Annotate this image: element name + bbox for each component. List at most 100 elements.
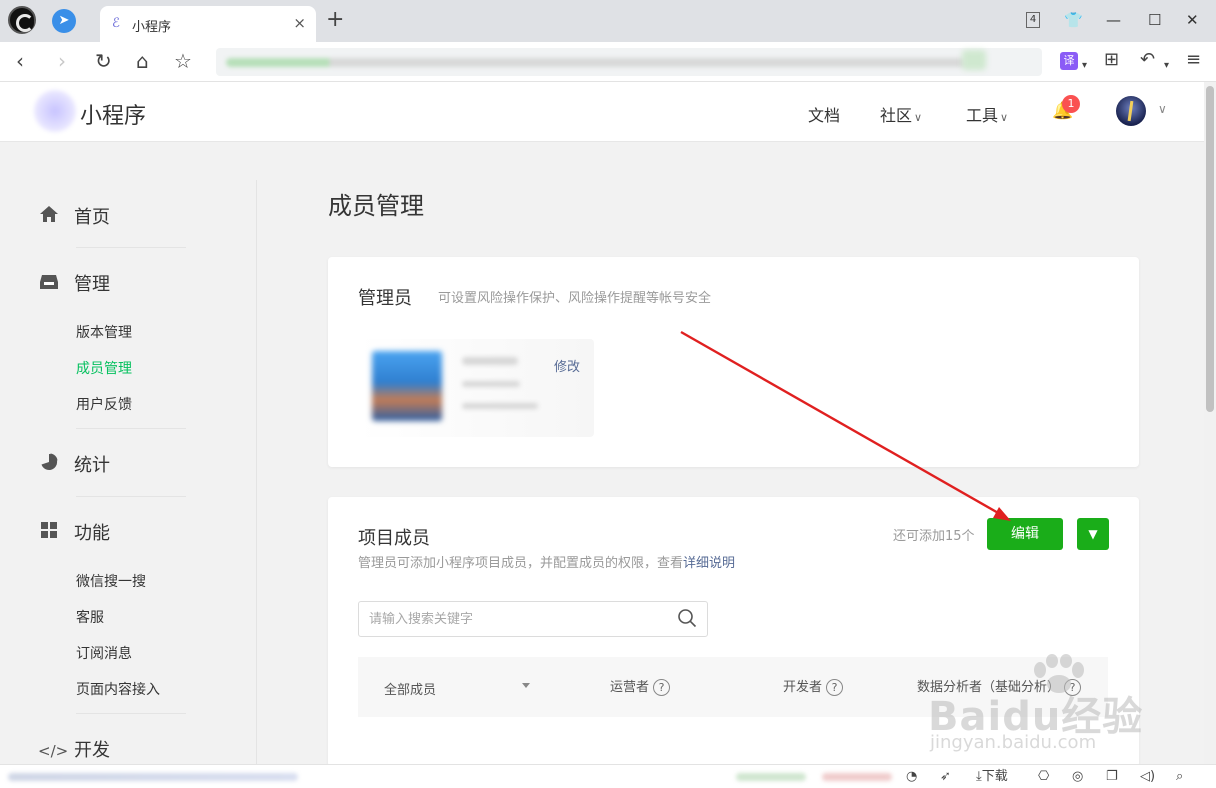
extension-icon[interactable] xyxy=(962,50,986,70)
sidebar-item-home[interactable]: 首页 xyxy=(38,203,110,229)
menu-icon[interactable]: ≡ xyxy=(1186,50,1201,70)
admin-avatar xyxy=(372,351,442,421)
browser-tab[interactable]: ℰ 小程序 × xyxy=(100,6,316,42)
translate-icon[interactable]: 译 xyxy=(1060,52,1078,70)
nav-docs[interactable]: 文档 xyxy=(808,102,840,126)
sidebar-item-manage[interactable]: 管理 xyxy=(38,270,110,296)
search-icon[interactable] xyxy=(677,608,697,634)
brand-name[interactable]: 小程序 xyxy=(80,98,146,130)
volume-icon[interactable]: ◁) xyxy=(1140,768,1155,786)
sidebar-item-label: 开发 xyxy=(74,740,110,761)
sidebar-item-members[interactable]: 成员管理 xyxy=(76,358,132,378)
sidebar-item-label: 统计 xyxy=(74,455,110,476)
speed-icon[interactable]: ◔ xyxy=(906,768,917,786)
search-input[interactable] xyxy=(369,610,669,628)
nav-tools[interactable]: 工具 ∨ xyxy=(966,102,1008,126)
nav-community-label: 社区 xyxy=(880,106,913,125)
sidebar-item-label: 首页 xyxy=(74,207,110,228)
divider xyxy=(76,496,186,497)
admin-name-blurred xyxy=(462,357,518,365)
nav-tools-label: 工具 xyxy=(966,106,999,125)
address-bar[interactable]: ⌄ xyxy=(216,48,1042,76)
sidebar-item-features[interactable]: 功能 xyxy=(38,519,110,545)
reload-icon[interactable]: ↻ xyxy=(95,50,112,72)
admin-card-hint: 可设置风险操作保护、风险操作提醒等帐号安全 xyxy=(438,291,712,306)
sidebar-item-develop[interactable]: </> 开发 xyxy=(38,736,110,762)
page-scrollbar[interactable] xyxy=(1204,82,1216,764)
column-developer: 开发者? xyxy=(783,676,844,696)
tab-title: 小程序 xyxy=(132,20,172,35)
url-text-blurred xyxy=(226,58,966,67)
edit-button[interactable]: 编辑 xyxy=(987,518,1063,550)
chevron-down-icon[interactable]: ▾ xyxy=(1164,56,1169,76)
details-link[interactable]: 详细说明 xyxy=(683,556,735,571)
column-operator: 运营者? xyxy=(610,676,671,696)
sidebar-item-customer-service[interactable]: 客服 xyxy=(76,607,104,627)
grid-apps-icon[interactable]: ⊞ xyxy=(1104,50,1119,70)
divider xyxy=(76,428,186,429)
rocket-icon[interactable]: ➶ xyxy=(940,768,951,786)
divider xyxy=(76,247,186,248)
tab-close-icon[interactable]: × xyxy=(293,14,306,32)
chevron-down-icon: ∨ xyxy=(914,111,923,124)
members-card-subtitle: 管理员可添加小程序项目成员，并配置成员的权限，查看详细说明 xyxy=(358,552,735,571)
baidu-watermark: Baidu经验 jingyan.baidu.com xyxy=(924,654,1144,764)
home-icon[interactable]: ⌂ xyxy=(136,50,149,72)
brand-logo-icon[interactable] xyxy=(34,90,76,132)
help-icon[interactable]: ? xyxy=(826,679,844,696)
chevron-down-icon[interactable]: ▾ xyxy=(1082,56,1087,76)
star-icon[interactable]: ☆ xyxy=(174,50,192,72)
browser-logo-icon[interactable] xyxy=(8,6,36,34)
undo-icon[interactable]: ↶ xyxy=(1140,50,1155,70)
page-title: 成员管理 xyxy=(328,192,424,220)
sidebar-item-label: 管理 xyxy=(74,274,110,295)
send-icon[interactable]: ➤ xyxy=(52,9,76,33)
nav-community[interactable]: 社区 ∨ xyxy=(880,102,922,126)
sidebar-item-label: 功能 xyxy=(74,523,110,544)
forward-icon[interactable]: › xyxy=(58,50,66,72)
admin-card: 管理员 可设置风险操作保护、风险操作提醒等帐号安全 修改 xyxy=(328,257,1139,467)
pie-chart-icon xyxy=(38,453,60,475)
sidebar-divider xyxy=(256,180,257,764)
sidebar-item-subscribe-msg[interactable]: 订阅消息 xyxy=(76,643,132,663)
back-icon[interactable]: ‹ xyxy=(16,50,24,72)
tab-count-badge[interactable]: 4 xyxy=(1026,12,1040,28)
filter-all-members[interactable]: 全部成员 xyxy=(384,679,436,698)
new-tab-button[interactable]: + xyxy=(326,9,344,31)
skin-icon[interactable]: 👕 xyxy=(1064,10,1083,30)
caret-down-icon[interactable] xyxy=(522,683,530,688)
member-quota: 还可添加15个 xyxy=(893,529,975,544)
status-ext-blurred xyxy=(822,773,892,781)
modify-admin-link[interactable]: 修改 xyxy=(554,356,580,375)
zoom-icon[interactable]: ⌕ xyxy=(1176,768,1183,786)
chevron-down-icon[interactable]: ∨ xyxy=(1158,102,1167,116)
browser-toolbar: ‹ › ↻ ⌂ ☆ ⌄ xyxy=(0,42,1216,82)
sidebar-item-stats[interactable]: 统计 xyxy=(38,451,110,477)
help-icon[interactable]: ? xyxy=(653,679,671,696)
window-close-icon[interactable]: ✕ xyxy=(1186,10,1199,30)
mini-program-icon: ℰ xyxy=(112,16,120,31)
browser-icon[interactable]: ◎ xyxy=(1072,768,1083,786)
home-icon xyxy=(38,205,60,227)
notification-badge[interactable]: 1 xyxy=(1062,95,1080,113)
sidebar-item-feedback[interactable]: 用户反馈 xyxy=(76,394,132,414)
watermark-url: jingyan.baidu.com xyxy=(930,732,1097,753)
subtitle-text: 管理员可添加小程序项目成员，并配置成员的权限，查看 xyxy=(358,556,684,571)
minimize-icon[interactable]: — xyxy=(1106,10,1121,30)
download-button[interactable]: ⤓下载 xyxy=(976,768,1008,786)
column-label: 运营者 xyxy=(610,680,650,695)
vpn-icon[interactable]: ⎔ xyxy=(1038,768,1049,786)
window-icon[interactable]: ❐ xyxy=(1106,768,1118,786)
maximize-icon[interactable]: ☐ xyxy=(1148,10,1161,30)
browser-tab-bar: ➤ ℰ 小程序 × + 4 👕 — ☐ ✕ xyxy=(0,0,1216,42)
scrollbar-thumb[interactable] xyxy=(1206,86,1214,412)
avatar[interactable] xyxy=(1116,96,1146,126)
sidebar-item-page-content[interactable]: 页面内容接入 xyxy=(76,679,160,699)
more-options-button[interactable]: ▼ xyxy=(1077,518,1109,550)
column-label: 开发者 xyxy=(783,680,823,695)
sidebar-item-wechat-search[interactable]: 微信搜一搜 xyxy=(76,571,146,591)
site-header: 小程序 文档 社区 ∨ 工具 ∨ 🔔 1 ∨ xyxy=(0,82,1204,142)
sidebar-item-versions[interactable]: 版本管理 xyxy=(76,322,132,342)
grid-icon xyxy=(38,521,60,543)
admin-info-blurred xyxy=(462,381,520,387)
